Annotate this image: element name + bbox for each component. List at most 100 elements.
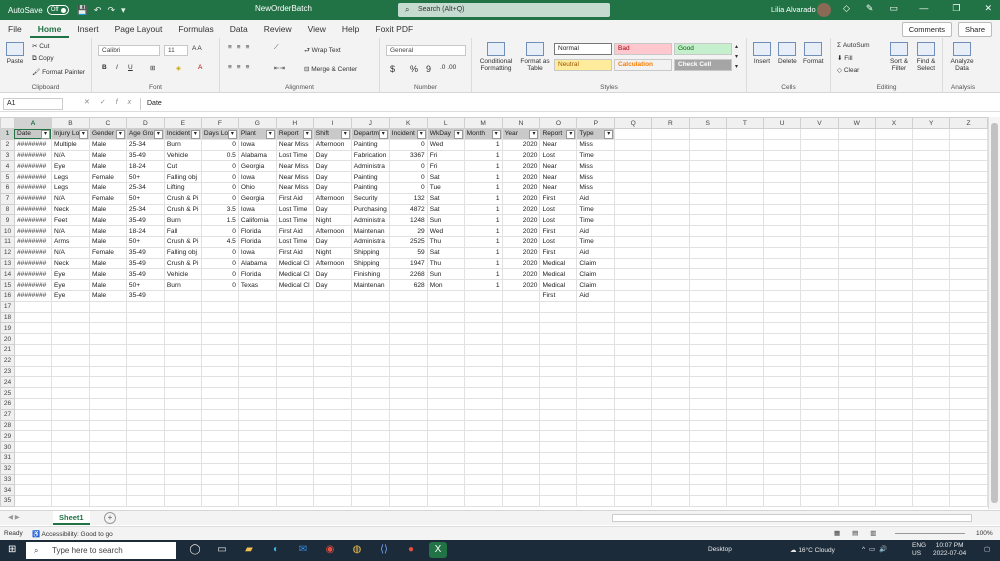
fill-color-icon[interactable]: ◈ — [176, 64, 181, 72]
cell[interactable]: ######## — [13, 268, 52, 281]
cell[interactable]: 1 — [463, 268, 503, 281]
cell[interactable] — [13, 397, 52, 410]
cell[interactable] — [651, 343, 690, 356]
cell[interactable]: 0 — [200, 279, 239, 291]
clear-button[interactable]: ◇ Clear — [837, 66, 859, 74]
row-header[interactable]: 18 — [0, 311, 15, 324]
widgets-icon[interactable]: ▭ — [213, 542, 231, 558]
cell[interactable] — [725, 279, 765, 291]
cell[interactable] — [949, 484, 988, 497]
cell[interactable] — [539, 430, 578, 443]
cell[interactable]: First Aid — [275, 225, 314, 237]
cell[interactable] — [912, 203, 951, 216]
column-header-k[interactable]: K — [388, 117, 428, 129]
cell[interactable]: Thu — [426, 257, 465, 270]
cell[interactable]: ######## — [13, 279, 52, 291]
cell[interactable] — [501, 408, 541, 421]
cell[interactable] — [651, 311, 690, 324]
cell[interactable] — [614, 279, 653, 291]
cell[interactable]: 25-34 — [125, 181, 165, 194]
cell[interactable] — [163, 430, 202, 443]
styles-scroll-icon[interactable]: ▴ ▾ ▾ — [735, 42, 738, 72]
cell[interactable]: Eye — [50, 268, 90, 281]
cell[interactable] — [163, 322, 202, 335]
cell[interactable]: Male — [88, 225, 127, 237]
cell[interactable] — [388, 430, 428, 443]
cell[interactable] — [539, 322, 578, 335]
cell[interactable] — [350, 343, 390, 356]
filter-header-cell[interactable]: Days Lo — [200, 128, 239, 140]
cell[interactable] — [388, 343, 428, 356]
cell[interactable] — [800, 451, 839, 464]
cell[interactable] — [651, 430, 690, 443]
cell[interactable]: 2020 — [501, 149, 541, 162]
cell[interactable] — [912, 484, 951, 497]
cell[interactable] — [688, 171, 727, 183]
filter-header-cell[interactable]: Date — [13, 128, 52, 140]
cell[interactable]: Fri — [426, 149, 465, 162]
cell[interactable]: First Aid — [275, 192, 314, 205]
cell[interactable] — [725, 473, 765, 486]
cell[interactable] — [88, 408, 127, 421]
cell[interactable] — [13, 419, 52, 432]
weather[interactable]: ☁ 16°C Cloudy — [790, 546, 835, 554]
cell[interactable] — [13, 430, 52, 443]
cell[interactable] — [800, 160, 839, 173]
cell[interactable] — [651, 246, 690, 259]
cell[interactable] — [539, 495, 578, 507]
cell[interactable]: 1.5 — [200, 214, 239, 227]
cell[interactable]: Florida — [237, 235, 277, 248]
cell[interactable] — [912, 397, 951, 410]
cell[interactable] — [763, 289, 802, 302]
cell[interactable] — [763, 441, 802, 453]
cell[interactable] — [275, 300, 314, 313]
cell[interactable] — [350, 365, 390, 378]
minimize-icon[interactable]: — — [919, 3, 928, 14]
cell[interactable] — [837, 376, 876, 389]
cell[interactable] — [725, 289, 765, 302]
cell[interactable] — [426, 462, 465, 475]
cell[interactable]: Multiple — [50, 138, 90, 151]
column-header-t[interactable]: T — [725, 117, 765, 129]
column-header-a[interactable]: A — [13, 117, 52, 129]
cell[interactable]: Administra — [350, 160, 390, 173]
cell[interactable] — [651, 268, 690, 281]
cell[interactable] — [200, 289, 239, 302]
cell[interactable] — [614, 128, 653, 140]
cell[interactable]: Neck — [50, 203, 90, 216]
cell[interactable] — [874, 430, 914, 443]
cell[interactable] — [800, 235, 839, 248]
cell[interactable]: Claim — [576, 279, 616, 291]
cell[interactable] — [949, 311, 988, 324]
analyze-data-button[interactable]: Analyze Data — [947, 42, 977, 72]
cell[interactable] — [163, 473, 202, 486]
cell[interactable] — [651, 354, 690, 367]
cell[interactable] — [874, 289, 914, 302]
cell[interactable] — [800, 203, 839, 216]
cell[interactable] — [912, 333, 951, 345]
cell[interactable]: Sun — [426, 214, 465, 227]
row-header[interactable]: 30 — [0, 441, 15, 453]
cell[interactable] — [576, 397, 616, 410]
cell[interactable] — [388, 408, 428, 421]
cell[interactable]: Medical — [539, 279, 578, 291]
cell[interactable]: ######## — [13, 160, 52, 173]
cell[interactable] — [912, 279, 951, 291]
cell[interactable]: 2020 — [501, 192, 541, 205]
cell[interactable]: Near Miss — [275, 171, 314, 183]
cell[interactable] — [50, 462, 90, 475]
cell[interactable] — [949, 495, 988, 507]
cell[interactable] — [200, 408, 239, 421]
cell[interactable] — [688, 138, 727, 151]
cell[interactable]: 35-49 — [125, 257, 165, 270]
cell[interactable]: 1 — [463, 160, 503, 173]
cell[interactable] — [50, 397, 90, 410]
cell[interactable] — [539, 343, 578, 356]
cell[interactable] — [426, 441, 465, 453]
cell[interactable] — [237, 365, 277, 378]
cell[interactable]: Lost — [539, 149, 578, 162]
cell[interactable]: Time — [576, 235, 616, 248]
cell[interactable]: Male — [88, 289, 127, 302]
cell[interactable] — [763, 419, 802, 432]
cell[interactable] — [949, 387, 988, 399]
